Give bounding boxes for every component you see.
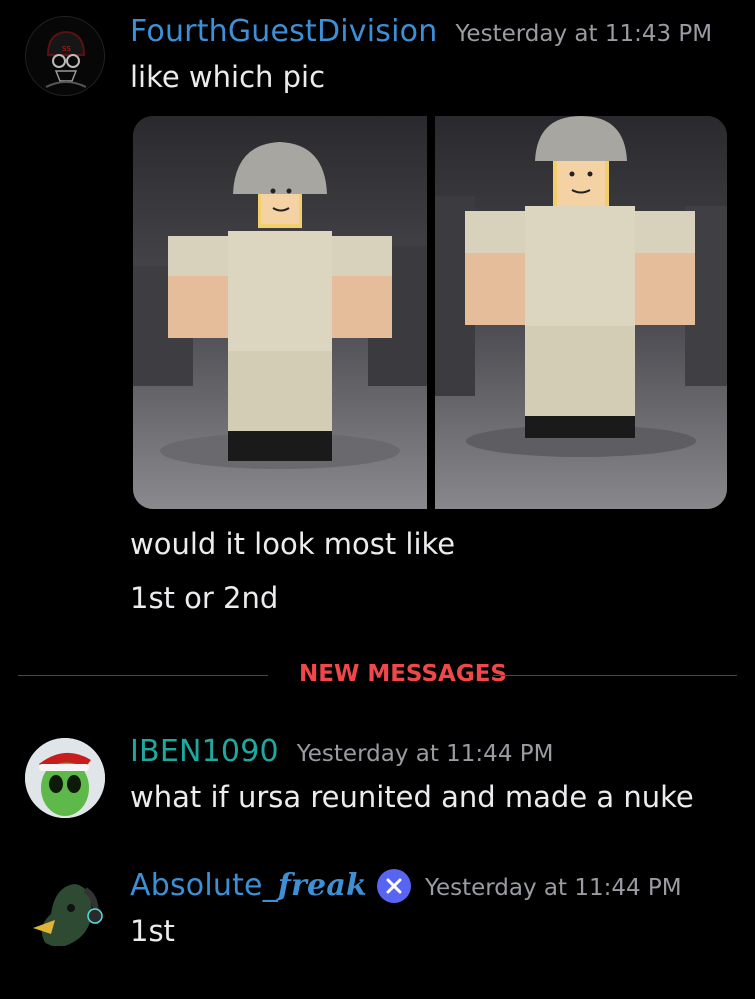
new-messages-divider: NEW MESSAGES [18, 658, 737, 694]
message-text: what if ursa reunited and made a nuke [130, 780, 694, 814]
roblox-soldier-image-1 [133, 116, 427, 509]
message-fourthguestdivision: SS FourthGuestDivision Yesterday at 11:4… [0, 0, 755, 640]
divider-line-right [493, 675, 737, 676]
timestamp: Yesterday at 11:43 PM [455, 21, 713, 47]
message-text: would it look most like [130, 527, 456, 561]
message-absolute-freak: Absolute_freak Yesterday at 11:44 PM 1st [0, 852, 755, 992]
skull-helmet-icon: SS [26, 17, 104, 95]
author-name[interactable]: IBEN1090 [130, 734, 279, 769]
author-name[interactable]: FourthGuestDivision [130, 14, 437, 49]
timestamp: Yesterday at 11:44 PM [296, 741, 554, 767]
alien-santa-hat-icon [25, 738, 105, 818]
message-iben1090: IBEN1090 Yesterday at 11:44 PM what if u… [0, 720, 755, 840]
new-messages-label: NEW MESSAGES [299, 661, 507, 687]
image-attachment-1[interactable] [133, 116, 427, 509]
crossed-tools-icon [386, 878, 402, 893]
author-name-stylized: freak [277, 868, 367, 903]
roblox-soldier-image-2 [435, 116, 727, 509]
duck-headphones-icon [33, 884, 103, 946]
image-attachment-2[interactable] [435, 116, 727, 509]
svg-text:SS: SS [62, 45, 71, 53]
author-name[interactable]: Absolute_freak [130, 868, 367, 903]
divider-line-left [18, 675, 268, 676]
crossed-tools-badge-icon[interactable] [376, 868, 411, 903]
message-text: 1st or 2nd [130, 581, 279, 615]
avatar[interactable] [25, 868, 105, 948]
avatar[interactable]: SS [25, 16, 105, 96]
message-text: 1st [130, 914, 175, 948]
timestamp: Yesterday at 11:44 PM [424, 875, 682, 901]
author-name-prefix: Absolute_ [130, 868, 278, 903]
message-text: like which pic [130, 60, 326, 94]
avatar[interactable] [25, 738, 105, 818]
